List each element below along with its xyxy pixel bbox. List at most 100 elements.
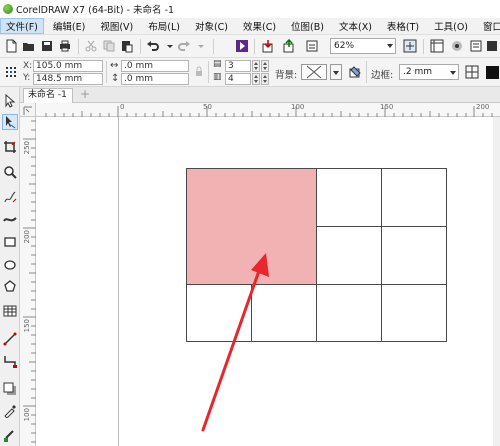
horizontal-ruler[interactable]: 0 50 100 150 200 [36,103,500,117]
import-icon[interactable] [260,38,276,54]
zoom-level-select[interactable]: 62% [330,38,396,54]
add-tab-button[interactable]: + [78,88,92,102]
edit-fill-icon[interactable] [347,64,363,80]
rows-icon: ▤ [213,59,222,69]
drawing-canvas[interactable] [36,117,500,446]
shape-tool-icon[interactable] [2,114,18,130]
menu-text[interactable]: 文本(X) [333,18,378,34]
standard-toolbar: 62% [0,35,500,58]
menu-bitmaps[interactable]: 位图(B) [285,18,330,34]
background-color-swatch[interactable] [301,64,327,80]
redo-icon[interactable] [176,38,192,54]
columns-icon: ▥ [213,72,222,82]
paste-icon[interactable] [119,38,135,54]
toolbox [0,87,20,446]
ruler-label-200: 200 [476,103,490,111]
y-position-field[interactable]: 148.5 mm [33,73,103,85]
height-icon: ↕ [111,73,120,84]
border-sides-icon[interactable] [464,64,480,80]
background-dropdown[interactable] [330,64,342,80]
height-field[interactable]: .0 mm [121,73,189,85]
x-position-field[interactable]: 105.0 mm [33,60,103,72]
open-folder-icon[interactable] [21,38,37,54]
undo-icon[interactable] [145,38,161,54]
columns-spinner[interactable] [252,73,260,85]
publish-pdf-icon[interactable] [304,38,320,54]
new-document-icon[interactable] [3,38,19,54]
snap-to-icon[interactable] [468,38,484,54]
show-grid-icon[interactable] [449,38,465,54]
object-origin-icon[interactable] [3,64,19,80]
coreldraw-window: CorelDRAW X7 (64-Bit) - 未命名 -1 文件(F) 编辑(… [0,0,500,446]
columns-field[interactable]: 4 [225,73,251,85]
cut-icon[interactable] [83,38,99,54]
options-icon[interactable] [484,38,500,54]
menu-view[interactable]: 视图(V) [94,18,139,34]
artistic-media-tool-icon[interactable] [2,211,18,227]
save-icon[interactable] [39,38,55,54]
redo-dropdown-icon[interactable] [193,38,209,54]
rows-spinner-2[interactable] [261,60,269,72]
polygon-tool-icon[interactable] [2,278,18,294]
zoom-value: 62% [334,41,355,51]
vertical-ruler[interactable]: 250 200 150 100 [20,117,36,446]
show-rulers-icon[interactable] [429,38,445,54]
connector-tool-icon[interactable] [2,353,18,369]
title-bar: CorelDRAW X7 (64-Bit) - 未命名 -1 [0,0,500,18]
rows-spinner[interactable] [252,60,260,72]
coreldraw-logo-icon [3,4,13,14]
ellipse-tool-icon[interactable] [2,257,18,273]
freehand-tool-icon[interactable] [2,189,18,205]
width-icon: ↔ [110,60,119,71]
ruler-label-100: 100 [291,103,305,111]
crop-tool-icon[interactable] [2,139,18,155]
eyedropper-tool-icon[interactable] [2,403,18,419]
property-bar: X: 105.0 mm Y: 148.5 mm ↔ .0 mm ↕ .0 mm … [0,58,500,87]
window-title: CorelDRAW X7 (64-Bit) - 未命名 -1 [16,5,175,16]
menu-object[interactable]: 对象(C) [189,18,234,34]
export-icon[interactable] [281,38,297,54]
ruler-origin[interactable] [20,103,36,117]
zoom-tool-icon[interactable] [2,164,18,180]
ruler-label-150v: 150 [23,319,31,333]
drop-shadow-tool-icon[interactable] [2,381,18,397]
ruler-label-250: 250 [23,141,31,155]
document-tab-bar: 未命名 -1 + [20,87,500,103]
interactive-fill-tool-icon[interactable] [2,427,18,443]
x-label: X: [23,61,33,71]
ruler-label-0: 0 [120,103,125,111]
rows-field[interactable]: 3 [225,60,251,72]
document-tab[interactable]: 未命名 -1 [23,88,73,103]
menu-bar: 文件(F) 编辑(E) 视图(V) 布局(L) 对象(C) 效果(C) 位图(B… [0,18,500,35]
menu-file[interactable]: 文件(F) [0,18,44,34]
table-tool-icon[interactable] [2,303,18,319]
menu-table[interactable]: 表格(T) [381,18,425,34]
width-field[interactable]: .0 mm [121,60,189,72]
border-color-swatch[interactable] [484,64,500,80]
border-width-value: .2 mm [403,67,432,77]
ruler-label-100v: 100 [23,408,31,422]
columns-spinner-2[interactable] [261,73,269,85]
menu-layout[interactable]: 布局(L) [142,18,186,34]
menu-edit[interactable]: 编辑(E) [47,18,91,34]
vertical-scrollbar[interactable] [493,117,500,446]
copy-icon[interactable] [101,38,117,54]
corel-connect-icon[interactable] [234,38,250,54]
dimension-tool-icon[interactable] [2,331,18,347]
ruler-label-150: 150 [380,103,394,111]
border-label: 边框: [371,70,394,81]
pick-tool-icon[interactable] [2,93,18,109]
ruler-label-50: 50 [203,103,212,111]
red-arrow-annotation [201,253,269,432]
ruler-label-200v: 200 [23,230,31,244]
full-screen-preview-icon[interactable] [402,38,418,54]
menu-window[interactable]: 窗口(W) [477,18,500,34]
y-label: Y: [23,73,31,83]
print-icon[interactable] [57,38,73,54]
rectangle-tool-icon[interactable] [2,234,18,250]
menu-tools[interactable]: 工具(O) [428,18,474,34]
lock-ratio-icon[interactable] [191,64,207,80]
border-width-select[interactable]: .2 mm [399,64,459,80]
menu-effects[interactable]: 效果(C) [237,18,282,34]
background-label: 背景: [275,70,298,81]
